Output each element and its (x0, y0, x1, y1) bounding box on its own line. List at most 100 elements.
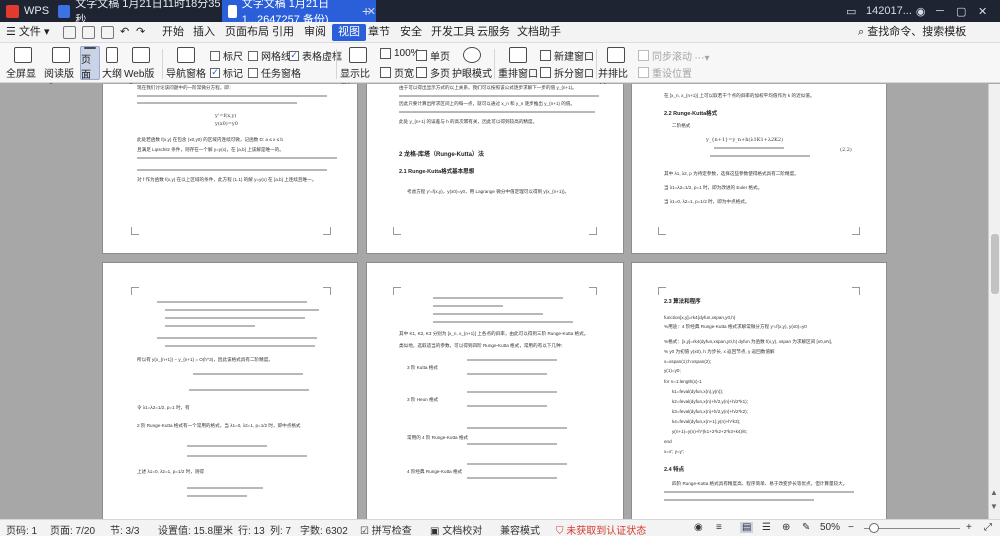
eye-care-label: 护眼模式 (452, 69, 492, 80)
outline-view-button[interactable]: 大纲 (102, 47, 122, 80)
nav-pane-button[interactable]: 导航窗格 (166, 47, 206, 80)
single-page-button[interactable]: 单页 (416, 48, 450, 63)
gridlines-checkbox[interactable]: 网格线 (248, 48, 291, 63)
list-icon[interactable]: ≡ (716, 522, 722, 533)
menu-references[interactable]: 引用 (272, 24, 294, 41)
spell-check-icon: ☑ (360, 526, 372, 536)
eye-care-toggle-icon[interactable]: ◉ (694, 522, 703, 533)
page-width-button[interactable]: 页宽 (380, 65, 414, 80)
undo-icon[interactable]: ↶ (120, 26, 133, 39)
code-line: x=xspan(1):h:xspan(2); (664, 359, 712, 364)
page-text: 当 λ1=λ2=1/2, p=1 时，即为改进的 Euler 格式。 (664, 185, 763, 190)
status-section[interactable]: 节: 3/3 (110, 522, 139, 536)
outline-view-icon[interactable]: ☰ (762, 522, 771, 533)
equation-line (187, 487, 263, 489)
multi-page-button[interactable]: 多页 (416, 65, 450, 80)
gridlines-label: 网格线 (261, 52, 291, 63)
rearrange-windows-button[interactable]: 重排窗口 (498, 47, 538, 80)
zoom-in-button[interactable]: + (966, 522, 972, 533)
document-canvas[interactable]: 现在我们讨论该问题中的一阶常微分方程，即： y'=f(x,y) y(x0)=y0… (0, 84, 988, 519)
certification-status[interactable]: ⛉ 未获取到认证状态 (556, 522, 646, 536)
search-icon: ⌕ (858, 26, 868, 38)
outline-view-label: 大纲 (102, 69, 122, 80)
page-text: 3 阶 Heun 格式 (407, 397, 439, 402)
window-list-icon[interactable]: ▭ (846, 0, 856, 22)
equation-line (467, 405, 547, 407)
wps-home-tab[interactable]: WPS (0, 0, 50, 22)
new-window-icon (540, 50, 551, 61)
menu-page-layout[interactable]: 页面布局 (225, 24, 269, 41)
equation-line (467, 373, 547, 375)
command-search[interactable]: ⌕ 查找命令、搜索模板 (858, 24, 966, 41)
doc-proofread-label: 文档校对 (442, 526, 483, 536)
fit-window-icon[interactable]: ⤢ (984, 522, 992, 533)
crop-mark (852, 287, 860, 295)
menu-view[interactable]: 视图 (332, 24, 366, 41)
document-tab-2[interactable]: 文字文稿 1月21日1...2647257 备份) ✕ (222, 0, 376, 26)
code-line: %格式：[x,y]=rk4(dyfun,xspan,y0,h) dyfun 为函… (664, 339, 833, 344)
page-text: 类似地，选取适当的参数，可以得到四阶 Runge-Kutta 格式，常用的有以下… (399, 343, 566, 348)
ribbon-more-button[interactable]: ⋯▾ (692, 53, 712, 64)
markers-checkbox[interactable]: ✓ 标记 (210, 65, 243, 80)
menu-cloud[interactable]: 云服务 (477, 24, 510, 41)
zoom-level[interactable]: 50% (820, 522, 840, 533)
text-line (714, 147, 784, 149)
spell-check-button[interactable]: ☑ 拼写检查 (360, 522, 412, 536)
page-view-icon[interactable]: ▤ (740, 522, 754, 533)
page-text: 其中 K1, K2, K3 分别为 [x_n, x_{n+1}] 上各点的斜率，… (399, 331, 589, 336)
maximize-button[interactable]: ▢ (956, 0, 966, 22)
menu-doc-assistant[interactable]: 文档助手 (517, 24, 561, 41)
doc-proofread-button[interactable]: ▣ 文档校对 (430, 522, 482, 536)
user-account[interactable]: 142017... ◉ (866, 0, 925, 22)
zoom-slider-thumb[interactable] (869, 523, 879, 533)
export-pdf-icon[interactable] (82, 26, 95, 39)
scrollbar-thumb[interactable] (991, 234, 999, 294)
document-tab-1[interactable]: 文字文稿 1月21日11时18分35秒 (52, 0, 222, 26)
ruler-label: 标尺 (223, 52, 243, 63)
page-view-button[interactable]: 页面 (80, 46, 100, 81)
page-text: 令 λ1=λ2=1/2, p=1 时，有 (137, 405, 190, 410)
new-window-button[interactable]: 新建窗口 (540, 48, 594, 63)
pen-icon[interactable]: ✎ (802, 522, 810, 533)
sync-scroll-button[interactable]: 同步滚动 (638, 48, 692, 63)
save-icon[interactable] (63, 26, 76, 39)
text-line (137, 95, 327, 97)
redo-icon[interactable]: ↷ (136, 26, 149, 39)
document-page: 由于可以得出显示方式的以上关系，我们可以按照该公式逐步求解下一步的值 y_{n+… (366, 84, 624, 254)
print-icon[interactable] (101, 26, 114, 39)
menu-bar: ☰ 文件 ▾ ↶ ↷ 开始 插入 页面布局 引用 审阅 视图 章节 安全 开发工… (0, 22, 1000, 43)
certification-status-label: 未获取到认证状态 (566, 526, 647, 536)
next-page-icon[interactable]: ▼ (990, 502, 998, 511)
text-line (710, 155, 810, 157)
close-window-button[interactable]: ✕ (978, 0, 987, 22)
prev-page-icon[interactable]: ▲ (990, 488, 998, 497)
menu-review[interactable]: 审阅 (304, 24, 326, 41)
checkbox-unchecked-icon (248, 50, 258, 61)
rearrange-windows-label: 重排窗口 (498, 69, 538, 80)
menu-insert[interactable]: 插入 (193, 24, 215, 41)
reset-position-button[interactable]: 重设位置 (638, 65, 692, 80)
status-page-number[interactable]: 页码: 1 (6, 522, 37, 536)
page-text: 4 阶经典 Runge-Kutta 格式 (407, 469, 463, 474)
status-word-count[interactable]: 字数: 6302 (300, 522, 348, 536)
file-menu[interactable]: ☰ 文件 ▾ (6, 24, 50, 41)
crop-mark (323, 227, 331, 235)
task-pane-checkbox[interactable]: 任务窗格 (248, 65, 301, 80)
zoom-100-button[interactable]: 100% (380, 48, 420, 59)
ruler-checkbox[interactable]: 标尺 (210, 48, 243, 63)
menu-chapter[interactable]: 章节 (368, 24, 390, 41)
status-setting[interactable]: 设置值: 15.8厘米 (158, 522, 233, 536)
table-gridlines-checkbox[interactable]: ✓ 表格虚框 (289, 48, 342, 63)
menu-security[interactable]: 安全 (400, 24, 422, 41)
zoom-out-button[interactable]: − (848, 522, 854, 533)
split-window-button[interactable]: 拆分窗口 (540, 65, 594, 80)
menu-developer[interactable]: 开发工具 (431, 24, 475, 41)
minimize-button[interactable]: ─ (936, 0, 944, 22)
code-line: y(1)=y0; (664, 368, 681, 373)
status-page-count[interactable]: 页面: 7/20 (50, 522, 95, 536)
vertical-scrollbar[interactable]: ▲ ▼ (988, 84, 1000, 519)
eye-care-button[interactable]: 护眼模式 (452, 47, 492, 80)
menu-home[interactable]: 开始 (162, 24, 184, 41)
web-view-icon[interactable]: ⊕ (782, 522, 790, 533)
new-tab-button[interactable]: + (362, 0, 370, 22)
